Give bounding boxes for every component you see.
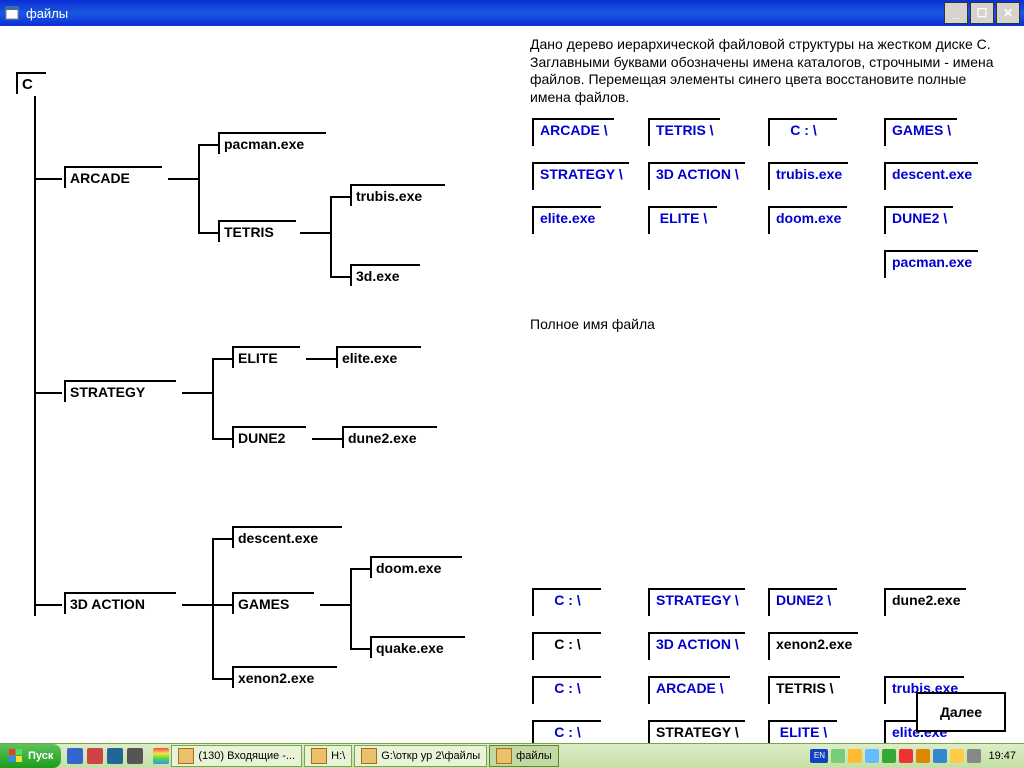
- path-token: C : \: [532, 632, 601, 660]
- path-token[interactable]: ARCADE \: [532, 118, 614, 146]
- tray-icon[interactable]: [899, 749, 913, 763]
- tray-icon[interactable]: [933, 749, 947, 763]
- path-token[interactable]: 3D ACTION \: [648, 162, 745, 190]
- taskbar-item-label: (130) Входящие -...: [198, 750, 295, 762]
- file-tree: C ARCADE pacman.exe TETRIS trubis.exe 3d.exe S…: [12, 56, 522, 716]
- path-token[interactable]: elite.exe: [532, 206, 601, 234]
- tree-node-tetris: TETRIS: [224, 224, 274, 240]
- section-title: Полное имя файла: [530, 316, 655, 332]
- tree-node-elite: ELITE: [238, 350, 278, 366]
- taskbar-item[interactable]: H:\: [304, 745, 352, 767]
- quicklaunch-icon[interactable]: [127, 748, 143, 764]
- tree-node-elite_exe: elite.exe: [342, 350, 397, 366]
- tree-node-pacman: pacman.exe: [224, 136, 304, 152]
- tree-node-strategy: STRATEGY: [70, 384, 145, 400]
- path-token: xenon2.exe: [768, 632, 858, 660]
- window-titlebar: файлы _ ☐ ✕: [0, 0, 1024, 26]
- taskbar-item-label: G:\откр ур 2\файлы: [381, 750, 480, 762]
- path-token[interactable]: C : \: [768, 118, 837, 146]
- task-description: Дано дерево иерархической файловой струк…: [530, 36, 1010, 106]
- path-token[interactable]: trubis.exe: [768, 162, 848, 190]
- path-token[interactable]: STRATEGY \: [532, 162, 629, 190]
- path-token[interactable]: GAMES \: [884, 118, 957, 146]
- window-title: файлы: [26, 6, 944, 21]
- answer-rows: C : \ STRATEGY \ DUNE2 \ dune2.exe C : \ 3D A…: [530, 588, 1010, 768]
- tray-icon[interactable]: [848, 749, 862, 763]
- path-token[interactable]: ARCADE \: [648, 676, 730, 704]
- start-button[interactable]: Пуск: [0, 744, 61, 768]
- close-button[interactable]: ✕: [996, 2, 1020, 24]
- path-token[interactable]: TETRIS \: [648, 118, 720, 146]
- tray-icon[interactable]: [950, 749, 964, 763]
- system-tray: EN 19:47: [806, 749, 1024, 763]
- taskbar-item[interactable]: G:\откр ур 2\файлы: [354, 745, 487, 767]
- quicklaunch-icon[interactable]: [153, 748, 169, 764]
- path-token[interactable]: doom.exe: [768, 206, 847, 234]
- lang-indicator[interactable]: EN: [810, 749, 828, 763]
- minimize-button[interactable]: _: [944, 2, 968, 24]
- path-token[interactable]: 3D ACTION \: [648, 632, 745, 660]
- tree-node-trubis: trubis.exe: [356, 188, 422, 204]
- tree-node-action3d: 3D ACTION: [70, 596, 145, 612]
- taskbar-clock: 19:47: [984, 750, 1020, 762]
- app-icon: [4, 5, 20, 21]
- quicklaunch-icon[interactable]: [107, 748, 123, 764]
- path-token[interactable]: ELITE \: [648, 206, 717, 234]
- taskbar-item-label: H:\: [331, 750, 345, 762]
- tree-node-dune2: DUNE2: [238, 430, 285, 446]
- tray-icon[interactable]: [831, 749, 845, 763]
- tree-node-root: C: [22, 76, 33, 93]
- next-button[interactable]: Далее: [916, 692, 1006, 732]
- tree-node-doom: doom.exe: [376, 560, 441, 576]
- folder-icon: [178, 748, 194, 764]
- path-token: dune2.exe: [884, 588, 966, 616]
- taskbar-item[interactable]: файлы: [489, 745, 559, 767]
- taskbar-item[interactable]: (130) Входящие -...: [171, 745, 302, 767]
- folder-icon: [311, 748, 327, 764]
- tray-icon[interactable]: [882, 749, 896, 763]
- path-token[interactable]: STRATEGY \: [648, 588, 745, 616]
- quicklaunch-icon[interactable]: [87, 748, 103, 764]
- path-token[interactable]: C : \: [532, 588, 601, 616]
- tray-icon[interactable]: [865, 749, 879, 763]
- path-token[interactable]: DUNE2 \: [768, 588, 837, 616]
- folder-icon: [361, 748, 377, 764]
- tree-node-arcade: ARCADE: [70, 170, 130, 186]
- tree-node-descent: descent.exe: [238, 530, 318, 546]
- maximize-button[interactable]: ☐: [970, 2, 994, 24]
- tree-node-dune2_exe: dune2.exe: [348, 430, 416, 446]
- token-pool: ARCADE \ TETRIS \ C : \ GAMES \ STRATEGY \ 3D…: [530, 118, 1010, 288]
- quicklaunch-icon[interactable]: [67, 748, 83, 764]
- path-token[interactable]: DUNE2 \: [884, 206, 953, 234]
- taskbar: Пуск (130) Входящие -... H:\ G:\откр ур 2\…: [0, 743, 1024, 768]
- tree-node-games: GAMES: [238, 596, 289, 612]
- tree-node-xenon2: xenon2.exe: [238, 670, 314, 686]
- tray-icon[interactable]: [916, 749, 930, 763]
- folder-icon: [496, 748, 512, 764]
- path-token[interactable]: descent.exe: [884, 162, 978, 190]
- tray-icon[interactable]: [967, 749, 981, 763]
- tree-node-quake: quake.exe: [376, 640, 444, 656]
- path-token[interactable]: C : \: [532, 676, 601, 704]
- path-token: TETRIS \: [768, 676, 840, 704]
- taskbar-item-label: файлы: [516, 750, 552, 762]
- path-token[interactable]: pacman.exe: [884, 250, 978, 278]
- tree-node-threed: 3d.exe: [356, 268, 400, 284]
- start-label: Пуск: [28, 750, 53, 762]
